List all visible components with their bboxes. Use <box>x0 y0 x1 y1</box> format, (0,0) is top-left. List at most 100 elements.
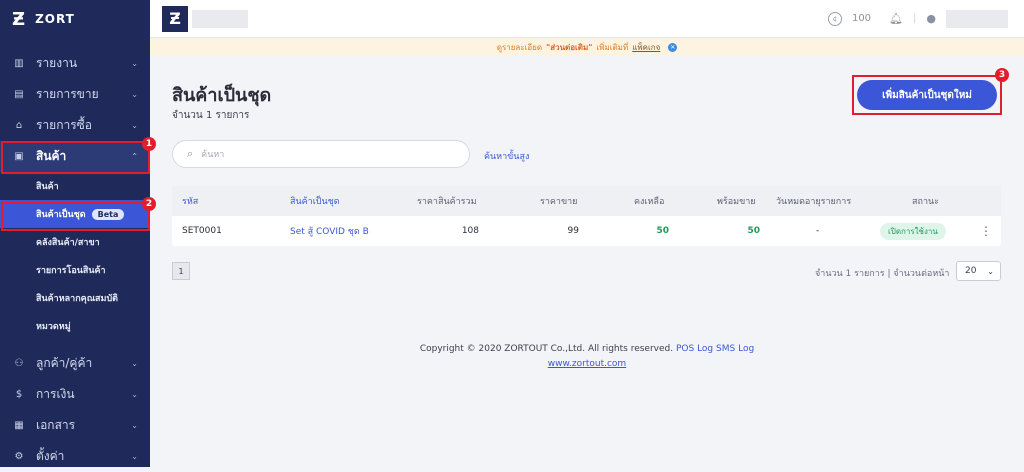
store-name-redacted <box>192 9 248 28</box>
document-icon: ▦ <box>14 420 24 431</box>
gear-icon: ⚙ <box>14 451 24 462</box>
copyright: Copyright © 2020 ZORTOUT Co.,Ltd. All ri… <box>419 344 674 354</box>
sidebar-subitem-variants[interactable]: สินค้าหลากคุณสมบัติ <box>0 284 150 312</box>
clipboard-icon: ▤ <box>14 89 24 100</box>
sidebar-item-label: รายการซื้อ <box>36 118 93 132</box>
website-link[interactable]: www.zortout.com <box>548 359 626 369</box>
sidebar-item-report[interactable]: ▥ รายงาน ⌄ <box>0 48 150 79</box>
sidebar-item-label: ตั้งค่า <box>36 449 65 463</box>
chevron-down-icon: ⌄ <box>131 390 138 399</box>
cell-code: SET0001 <box>182 226 222 236</box>
table-row[interactable]: SET0001 Set สู้ COVID ชุด B 108 99 50 50… <box>172 216 1001 246</box>
notice-bold: "ส่วนต่อเติม" <box>546 42 593 52</box>
chevron-down-icon: ⌄ <box>131 59 138 68</box>
sidebar-subitem-transfers[interactable]: รายการโอนสินค้า <box>0 256 150 284</box>
per-page-value: 20 <box>965 266 977 276</box>
sidebar-item-label: รายงาน <box>36 56 78 70</box>
notice-middle: เพิ่มเติมที่ <box>596 42 629 52</box>
header-ready: พร้อมขาย <box>717 197 756 207</box>
status-badge: เปิดการใช้งาน <box>880 222 946 240</box>
more-options-icon[interactable]: ⋮ <box>980 224 992 238</box>
chevron-down-icon: ⌄ <box>131 121 138 130</box>
money-icon: $ <box>15 389 23 400</box>
add-product-set-button[interactable]: เพิ่มสินค้าเป็นชุดใหม่ <box>857 80 997 110</box>
store-logo-icon[interactable]: Ƶ <box>162 5 188 32</box>
sidebar-item-settings[interactable]: ⚙ ตั้งค่า ⌄ <box>0 441 150 472</box>
header-stock: คงเหลือ <box>634 197 665 207</box>
highlight-box-2 <box>1 202 150 231</box>
sidebar-item-label: การเงิน <box>36 387 75 401</box>
highlight-box-1 <box>1 141 150 174</box>
cell-ready: 50 <box>747 226 760 236</box>
divider: | <box>913 13 917 24</box>
sidebar-item-label: ลูกค้า/คู่ค้า <box>36 356 93 370</box>
page-button[interactable]: 1 <box>172 262 190 280</box>
sidebar-subitem-products[interactable]: สินค้า <box>0 172 150 200</box>
chart-icon: ▥ <box>14 58 24 69</box>
header-expire: วันหมดอายุรายการ <box>776 197 852 207</box>
sidebar-subitem-label: หมวดหมู่ <box>36 322 71 332</box>
footer-website-line: www.zortout.com <box>150 359 1024 369</box>
chevron-down-icon: ⌄ <box>131 359 138 368</box>
notice-banner: ดูรายละเอียด "ส่วนต่อเติม" เพิ่มเติมที่ … <box>150 38 1024 56</box>
page-title: สินค้าเป็นชุด <box>172 85 272 106</box>
sidebar-item-documents[interactable]: ▦ เอกสาร ⌄ <box>0 410 150 441</box>
top-bar: Ƶ ¢ 100 🔔︎ | ● <box>150 0 1024 38</box>
pos-log-link[interactable]: POS Log <box>676 344 713 354</box>
sidebar-item-sales[interactable]: ▤ รายการขาย ⌄ <box>0 79 150 110</box>
header-code[interactable]: รหัส <box>182 194 198 208</box>
chevron-down-icon: ⌄ <box>131 421 138 430</box>
pagination-summary: จำนวน 1 รายการ | จำนวนต่อหน้า <box>815 269 950 279</box>
step-marker-2: 2 <box>142 197 156 211</box>
close-icon[interactable]: ✕ <box>668 42 678 52</box>
notice-prefix: ดูรายละเอียด <box>496 42 543 52</box>
header-status: สถานะ <box>912 197 939 207</box>
sidebar-item-purchases[interactable]: ⌂ รายการซื้อ ⌄ <box>0 110 150 141</box>
search-icon: ⌕ <box>187 147 194 160</box>
sidebar: Ƶ ZORT ▥ รายงาน ⌄ ▤ รายการขาย ⌄ ⌂ รายการ… <box>0 0 150 467</box>
sidebar-subitem-categories[interactable]: หมวดหมู่ <box>0 312 150 340</box>
sidebar-subitem-label: สินค้า <box>36 182 59 192</box>
sidebar-subitem-label: สินค้าหลากคุณสมบัติ <box>36 294 119 304</box>
step-marker-3: 3 <box>995 68 1009 82</box>
cell-expire: - <box>816 226 820 236</box>
search-input[interactable]: ⌕ ค้นหา <box>172 140 470 168</box>
header-name[interactable]: สินค้าเป็นชุด <box>290 194 340 208</box>
footer-copyright-line: Copyright © 2020 ZORTOUT Co.,Ltd. All ri… <box>150 344 1024 354</box>
header-total-price: ราคาสินค้ารวม <box>417 197 477 207</box>
sms-log-link[interactable]: SMS Log <box>716 344 754 354</box>
cell-name[interactable]: Set สู้ COVID ชุด B <box>290 224 369 238</box>
chevron-down-icon: ⌄ <box>131 90 138 99</box>
basket-icon: ⌂ <box>15 120 23 131</box>
sidebar-item-label: รายการขาย <box>36 87 99 101</box>
sidebar-subitem-label: รายการโอนสินค้า <box>36 266 106 276</box>
sidebar-subitem-warehouses[interactable]: คลังสินค้า/สาขา <box>0 228 150 256</box>
table-header: รหัส สินค้าเป็นชุด ราคาสินค้ารวม ราคาขาย… <box>172 186 1001 216</box>
bell-icon[interactable]: 🔔︎ <box>889 12 903 25</box>
cell-price: 99 <box>567 226 579 236</box>
cell-total: 108 <box>461 226 479 236</box>
header-sell-price: ราคาขาย <box>540 197 578 207</box>
user-name-redacted[interactable] <box>946 9 1008 28</box>
zort-logo-icon: Ƶ <box>12 8 26 30</box>
sidebar-item-customers[interactable]: ⚇ ลูกค้า/คู่ค้า ⌄ <box>0 348 150 379</box>
search-placeholder: ค้นหา <box>201 150 225 160</box>
per-page-select[interactable]: 20 ⌄ <box>956 261 1001 281</box>
coin-icon: ¢ <box>827 11 842 26</box>
user-icon[interactable]: ● <box>926 12 936 25</box>
advanced-search-link[interactable]: ค้นหาขั้นสูง <box>484 149 529 163</box>
sidebar-item-label: เอกสาร <box>36 418 76 432</box>
item-count: จำนวน 1 รายการ <box>172 110 250 121</box>
cell-stock: 50 <box>656 226 669 236</box>
logo-text: ZORT <box>35 12 75 26</box>
users-icon: ⚇ <box>14 358 24 369</box>
step-marker-1: 1 <box>142 137 156 151</box>
notice-package-link[interactable]: แพ็คเกจ <box>632 41 660 54</box>
product-set-table: รหัส สินค้าเป็นชุด ราคาสินค้ารวม ราคาขาย… <box>172 186 1001 246</box>
sidebar-logo[interactable]: Ƶ ZORT <box>0 0 150 38</box>
sidebar-item-finance[interactable]: $ การเงิน ⌄ <box>0 379 150 410</box>
top-bar-right: ¢ 100 🔔︎ | ● <box>827 9 1008 28</box>
chevron-down-icon: ⌄ <box>987 266 994 276</box>
sidebar-subitem-label: คลังสินค้า/สาขา <box>36 238 100 248</box>
chevron-down-icon: ⌄ <box>131 452 138 461</box>
